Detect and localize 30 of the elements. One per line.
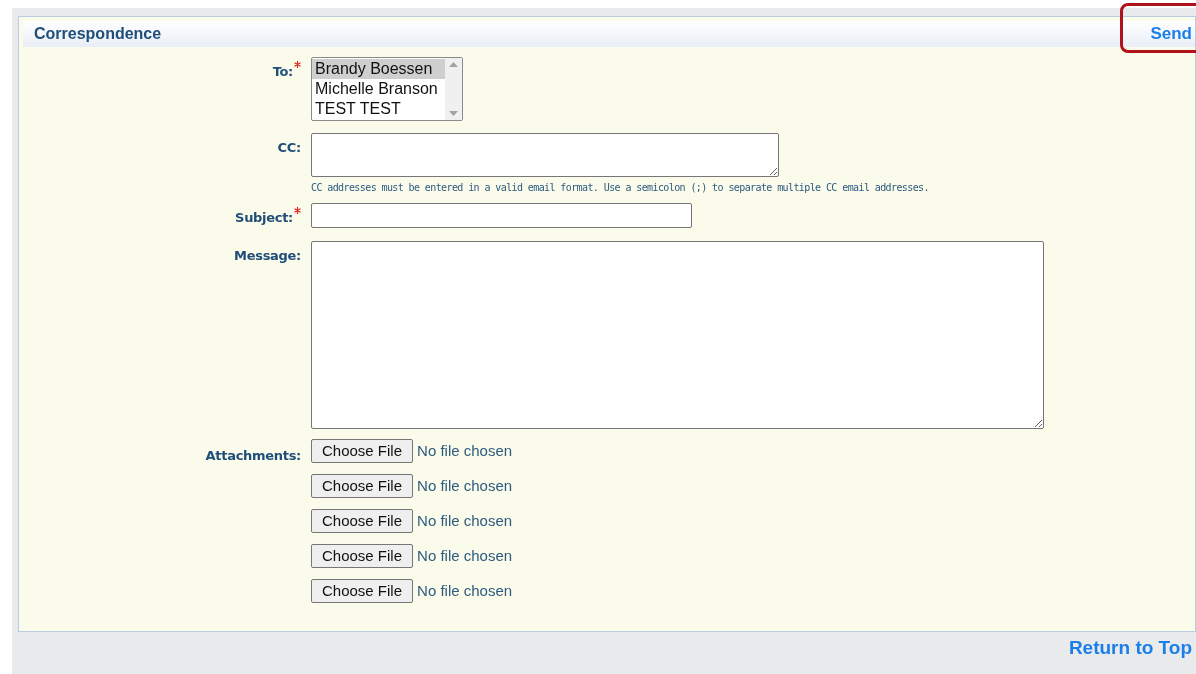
file-status: No file chosen — [417, 440, 513, 461]
file-status: No file chosen — [417, 545, 513, 566]
choose-file-button[interactable]: Choose File — [311, 579, 414, 603]
field-label: Subject: — [235, 210, 293, 225]
required-icon — [294, 61, 301, 68]
field-hint: CC addresses must be entered in a valid email format. Use a semicolon (;) to separate multiple CC email addresses. — [311, 181, 929, 195]
field-label: Attachments: — [205, 448, 301, 463]
file-status: No file chosen — [417, 510, 513, 531]
field-label: CC: — [277, 140, 301, 155]
recipient-option[interactable]: TEST TEST — [312, 99, 445, 119]
panel-title: Correspondence — [34, 24, 162, 44]
field-label: To: — [272, 64, 293, 79]
scroll-up-icon[interactable] — [449, 62, 458, 67]
file-status: No file chosen — [417, 580, 513, 601]
recipient-option[interactable]: Michelle Branson — [312, 79, 445, 99]
message-field[interactable] — [311, 241, 1044, 429]
send-link[interactable]: Send — [1120, 21, 1195, 47]
subject-field[interactable] — [311, 203, 692, 228]
recipient-option[interactable]: Brandy Boessen — [312, 59, 445, 79]
choose-file-button[interactable]: Choose File — [311, 544, 414, 568]
choose-file-button[interactable]: Choose File — [311, 509, 414, 533]
field-label: Message: — [234, 248, 301, 263]
required-icon — [294, 207, 301, 214]
scroll-down-icon[interactable] — [449, 111, 458, 116]
recipient-listbox[interactable]: Brandy Boessen Michelle Branson TEST TEST — [311, 57, 463, 121]
file-status: No file chosen — [417, 475, 513, 496]
choose-file-button[interactable]: Choose File — [311, 439, 414, 463]
choose-file-button[interactable]: Choose File — [311, 474, 414, 498]
cc-field[interactable] — [311, 133, 779, 177]
scrollbar[interactable] — [445, 58, 462, 120]
